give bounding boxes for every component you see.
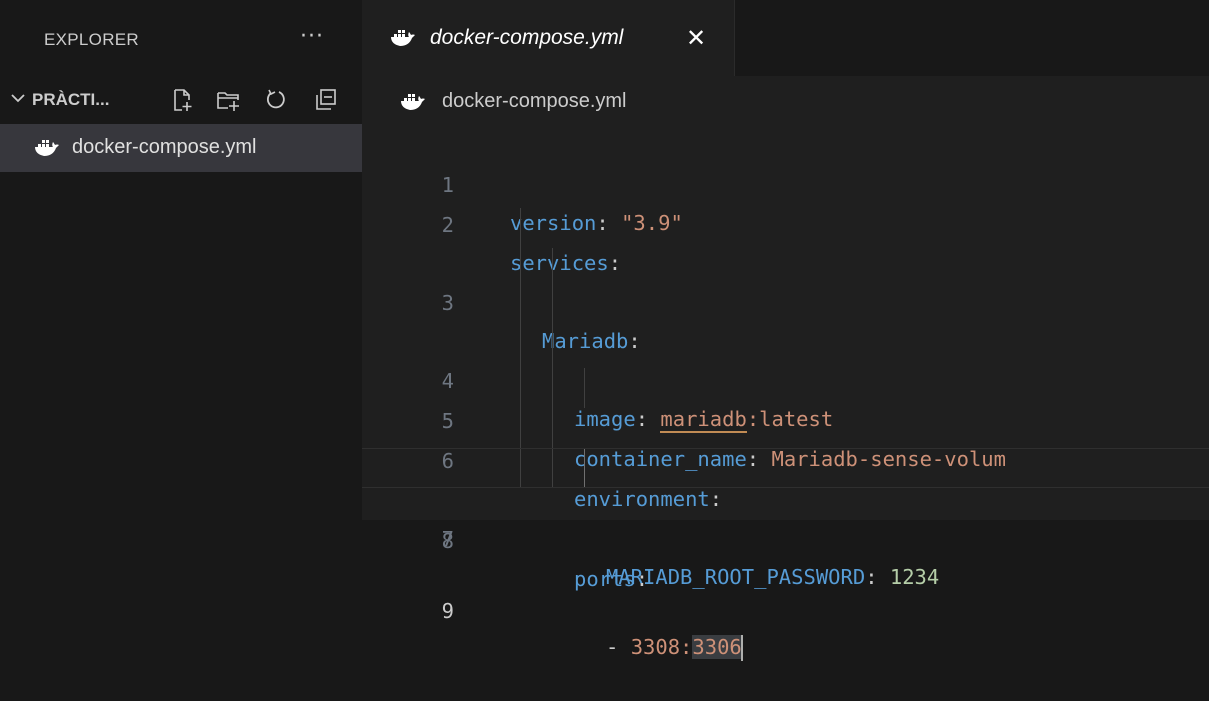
indent-guide <box>552 408 553 448</box>
refresh-icon[interactable] <box>262 86 290 114</box>
line-text: ports: <box>574 560 648 598</box>
code-line: 4 image: mariadb:latest <box>362 248 1209 433</box>
yaml-dash: - <box>606 635 631 659</box>
tab-docker-compose[interactable]: docker-compose.yml ✕ <box>362 0 735 76</box>
docker-icon <box>391 30 415 46</box>
code-line: 7 MARIADB_ROOT_PASSWORD: 1234 <box>362 368 1209 589</box>
yaml-key: environment <box>574 487 710 511</box>
indent-guide <box>520 328 521 368</box>
text-cursor <box>740 635 743 661</box>
line-number: 9 <box>441 599 454 623</box>
yaml-value: 3308: <box>630 635 693 659</box>
new-file-icon[interactable] <box>168 86 196 114</box>
indent-guide <box>552 328 553 368</box>
collapse-all-icon[interactable] <box>312 86 340 114</box>
indent-guide <box>552 288 553 328</box>
indent-guide <box>552 449 553 487</box>
indent-guide <box>552 368 553 408</box>
code-editor[interactable]: docker-compose.yml 1 version: "3.9" 2 se… <box>362 76 1209 661</box>
more-actions-icon[interactable]: ··· <box>300 24 324 49</box>
yaml-colon: : <box>635 567 649 591</box>
folder-section-title: PRÀCTI... <box>32 90 110 109</box>
code-line-current: 9 - 3308:3306 <box>362 448 1209 661</box>
indent-guide <box>552 248 553 288</box>
explorer-title: EXPLORER <box>44 30 139 49</box>
editor-tab-bar: docker-compose.yml ✕ <box>362 0 1209 76</box>
folder-section-header[interactable]: PRÀCTI... <box>0 78 362 122</box>
indent-guide <box>520 408 521 448</box>
code-line: 2 services: <box>362 168 1209 275</box>
indent-guide <box>584 449 585 487</box>
yaml-value: 1234 <box>889 565 940 589</box>
docker-icon <box>401 94 425 110</box>
yaml-value-highlight: 3306 <box>692 635 742 659</box>
code-lines[interactable]: 1 version: "3.9" 2 services: 3 Mariadb: … <box>362 128 1209 661</box>
indent-guide <box>520 288 521 328</box>
yaml-colon: : <box>709 487 723 511</box>
indent-guide <box>520 449 521 487</box>
indent-guide <box>520 368 521 408</box>
yaml-key: ports <box>574 567 636 591</box>
explorer-header: EXPLORER ··· <box>0 0 362 78</box>
new-folder-icon[interactable] <box>214 86 242 114</box>
indent-guide <box>520 248 521 288</box>
chevron-down-icon <box>11 94 25 103</box>
tab-label: docker-compose.yml <box>430 26 624 49</box>
code-line: 3 Mariadb: <box>362 208 1209 353</box>
explorer-sidebar: EXPLORER ··· PRÀCTI... docker-compose.ym… <box>0 0 362 520</box>
code-line: 1 version: "3.9" <box>362 128 1209 235</box>
breadcrumb-label: docker-compose.yml <box>442 90 627 112</box>
indent-guide <box>520 208 521 248</box>
code-line: 6 environment: <box>362 328 1209 511</box>
yaml-colon: : <box>865 565 878 589</box>
code-line: 5 container_name: Mariadb-sense-volum <box>362 288 1209 471</box>
code-line: 8 ports: <box>362 408 1209 591</box>
indent-guide <box>584 368 585 408</box>
line-text: MARIADB_ROOT_PASSWORD: 1234 <box>606 558 939 596</box>
close-icon[interactable]: ✕ <box>686 24 706 52</box>
line-text: - 3308:3306 <box>606 629 743 665</box>
docker-icon <box>35 140 59 156</box>
file-item-docker-compose[interactable]: docker-compose.yml <box>0 124 362 172</box>
file-item-label: docker-compose.yml <box>72 136 257 158</box>
